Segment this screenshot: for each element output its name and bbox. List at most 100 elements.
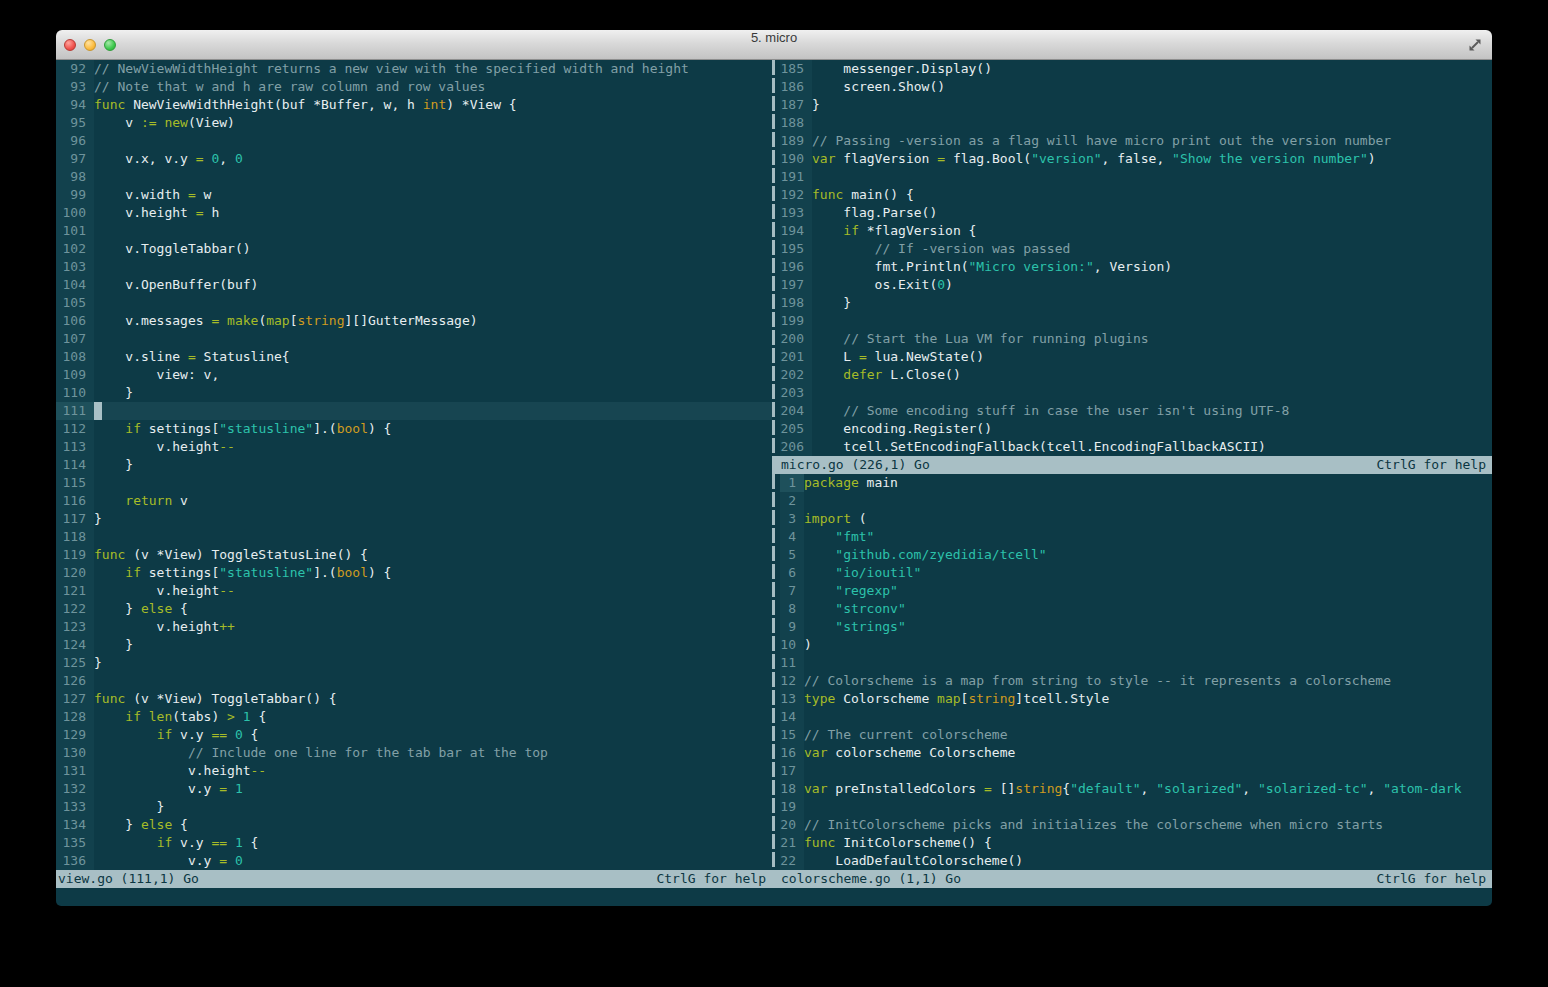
code-line[interactable]: 132 v.y = 1: [56, 780, 772, 798]
code-line[interactable]: 104 v.OpenBuffer(buf): [56, 276, 772, 294]
code-line[interactable]: 189// Passing -version as a flag will ha…: [772, 132, 1492, 150]
code-line[interactable]: 113 v.height--: [56, 438, 772, 456]
code-line[interactable]: 12// Colorscheme is a map from string to…: [772, 672, 1492, 690]
code-line[interactable]: 21func InitColorscheme() {: [772, 834, 1492, 852]
code-line[interactable]: 190var flagVersion = flag.Bool("version"…: [772, 150, 1492, 168]
code-line[interactable]: 2: [772, 492, 1492, 510]
code-line[interactable]: 188: [772, 114, 1492, 132]
code-text: }: [94, 457, 133, 472]
code-line[interactable]: 199: [772, 312, 1492, 330]
code-line[interactable]: 16var colorscheme Colorscheme: [772, 744, 1492, 762]
code-line[interactable]: 206 tcell.SetEncodingFallback(tcell.Enco…: [772, 438, 1492, 456]
code-line[interactable]: 123 v.height++: [56, 618, 772, 636]
code-line[interactable]: 115: [56, 474, 772, 492]
code-line[interactable]: 96: [56, 132, 772, 150]
code-line[interactable]: 93// Note that w and h are raw column an…: [56, 78, 772, 96]
code-line[interactable]: 108 v.sline = Statusline{: [56, 348, 772, 366]
code-line[interactable]: 197 os.Exit(0): [772, 276, 1492, 294]
code-line[interactable]: 18var preInstalledColors = []string{"def…: [772, 780, 1492, 798]
code-line[interactable]: 19: [772, 798, 1492, 816]
code-line[interactable]: 120 if settings["statusline"].(bool) {: [56, 564, 772, 582]
code-line[interactable]: 119func (v *View) ToggleStatusLine() {: [56, 546, 772, 564]
code-line[interactable]: 195 // If -version was passed: [772, 240, 1492, 258]
code-line[interactable]: 17: [772, 762, 1492, 780]
code-line[interactable]: 4 "fmt": [772, 528, 1492, 546]
fullscreen-icon[interactable]: [1466, 36, 1484, 54]
code-line[interactable]: 105: [56, 294, 772, 312]
code-line[interactable]: 187}: [772, 96, 1492, 114]
code-line[interactable]: 196 fmt.Println("Micro version:", Versio…: [772, 258, 1492, 276]
code-line[interactable]: 134 } else {: [56, 816, 772, 834]
code-line[interactable]: 126: [56, 672, 772, 690]
code-line[interactable]: 15// The current colorscheme: [772, 726, 1492, 744]
code-line[interactable]: 205 encoding.Register(): [772, 420, 1492, 438]
code-line[interactable]: 186 screen.Show(): [772, 78, 1492, 96]
code-line[interactable]: 128 if len(tabs) > 1 {: [56, 708, 772, 726]
code-line[interactable]: 10): [772, 636, 1492, 654]
statusbar-view-go: view.go (111,1) Go CtrlG for help: [56, 870, 772, 888]
code-line[interactable]: 118: [56, 528, 772, 546]
code-line[interactable]: 14: [772, 708, 1492, 726]
code-line[interactable]: 114 }: [56, 456, 772, 474]
code-line[interactable]: 136 v.y = 0: [56, 852, 772, 870]
code-line[interactable]: 110 }: [56, 384, 772, 402]
code-line[interactable]: 94func NewViewWidthHeight(buf *Buffer, w…: [56, 96, 772, 114]
editor-pane-micro-go[interactable]: 185 messenger.Display()186 screen.Show()…: [772, 60, 1492, 456]
code-line[interactable]: 129 if v.y == 0 {: [56, 726, 772, 744]
code-line[interactable]: 101: [56, 222, 772, 240]
code-line[interactable]: 97 v.x, v.y = 0, 0: [56, 150, 772, 168]
code-line[interactable]: 193 flag.Parse(): [772, 204, 1492, 222]
code-line[interactable]: 130 // Include one line for the tab bar …: [56, 744, 772, 762]
code-line[interactable]: 203: [772, 384, 1492, 402]
code-line[interactable]: 102 v.ToggleTabbar(): [56, 240, 772, 258]
editor-pane-colorscheme-go[interactable]: 1package main23import (4 "fmt"5 "github.…: [772, 474, 1492, 870]
code-line[interactable]: 116 return v: [56, 492, 772, 510]
code-line[interactable]: 95 v := new(View): [56, 114, 772, 132]
code-line[interactable]: 135 if v.y == 1 {: [56, 834, 772, 852]
code-line[interactable]: 192func main() {: [772, 186, 1492, 204]
code-line[interactable]: 107: [56, 330, 772, 348]
code-line[interactable]: 131 v.height--: [56, 762, 772, 780]
code-line[interactable]: 106 v.messages = make(map[string][]Gutte…: [56, 312, 772, 330]
code-line[interactable]: 198 }: [772, 294, 1492, 312]
code-line[interactable]: 125}: [56, 654, 772, 672]
code-line[interactable]: 121 v.height--: [56, 582, 772, 600]
code-line[interactable]: 99 v.width = w: [56, 186, 772, 204]
code-line[interactable]: 202 defer L.Close(): [772, 366, 1492, 384]
code-line[interactable]: 22 LoadDefaultColorscheme(): [772, 852, 1492, 870]
code-line[interactable]: 100 v.height = h: [56, 204, 772, 222]
line-number: 104: [56, 276, 94, 294]
code-line[interactable]: 127func (v *View) ToggleTabbar() {: [56, 690, 772, 708]
code-line[interactable]: 11: [772, 654, 1492, 672]
code-line[interactable]: 133 }: [56, 798, 772, 816]
code-line[interactable]: 191: [772, 168, 1492, 186]
code-line[interactable]: 7 "regexp": [772, 582, 1492, 600]
code-line[interactable]: 5 "github.com/zyedidia/tcell": [772, 546, 1492, 564]
code-line[interactable]: 92// NewViewWidthHeight returns a new vi…: [56, 60, 772, 78]
code-line[interactable]: 185 messenger.Display(): [772, 60, 1492, 78]
code-text: import (: [804, 511, 867, 526]
line-number: 99: [56, 186, 94, 204]
code-line[interactable]: 124 }: [56, 636, 772, 654]
code-line[interactable]: 20// InitColorscheme picks and initializ…: [772, 816, 1492, 834]
code-line[interactable]: 111: [56, 402, 772, 420]
code-line[interactable]: 117}: [56, 510, 772, 528]
code-line[interactable]: 9 "strings": [772, 618, 1492, 636]
code-line[interactable]: 122 } else {: [56, 600, 772, 618]
code-line[interactable]: 1package main: [772, 474, 1492, 492]
code-line[interactable]: 8 "strconv": [772, 600, 1492, 618]
code-text: return v: [94, 493, 188, 508]
code-line[interactable]: 194 if *flagVersion {: [772, 222, 1492, 240]
code-line[interactable]: 6 "io/ioutil": [772, 564, 1492, 582]
code-line[interactable]: 103: [56, 258, 772, 276]
editor-pane-view-go[interactable]: 92// NewViewWidthHeight returns a new vi…: [56, 60, 772, 870]
code-line[interactable]: 3import (: [772, 510, 1492, 528]
code-line[interactable]: 200 // Start the Lua VM for running plug…: [772, 330, 1492, 348]
code-line[interactable]: 109 view: v,: [56, 366, 772, 384]
code-line[interactable]: 204 // Some encoding stuff in case the u…: [772, 402, 1492, 420]
code-line[interactable]: 201 L = lua.NewState(): [772, 348, 1492, 366]
code-line[interactable]: 98: [56, 168, 772, 186]
title-bar[interactable]: 5. micro: [56, 30, 1492, 60]
code-line[interactable]: 112 if settings["statusline"].(bool) {: [56, 420, 772, 438]
code-line[interactable]: 13type Colorscheme map[string]tcell.Styl…: [772, 690, 1492, 708]
